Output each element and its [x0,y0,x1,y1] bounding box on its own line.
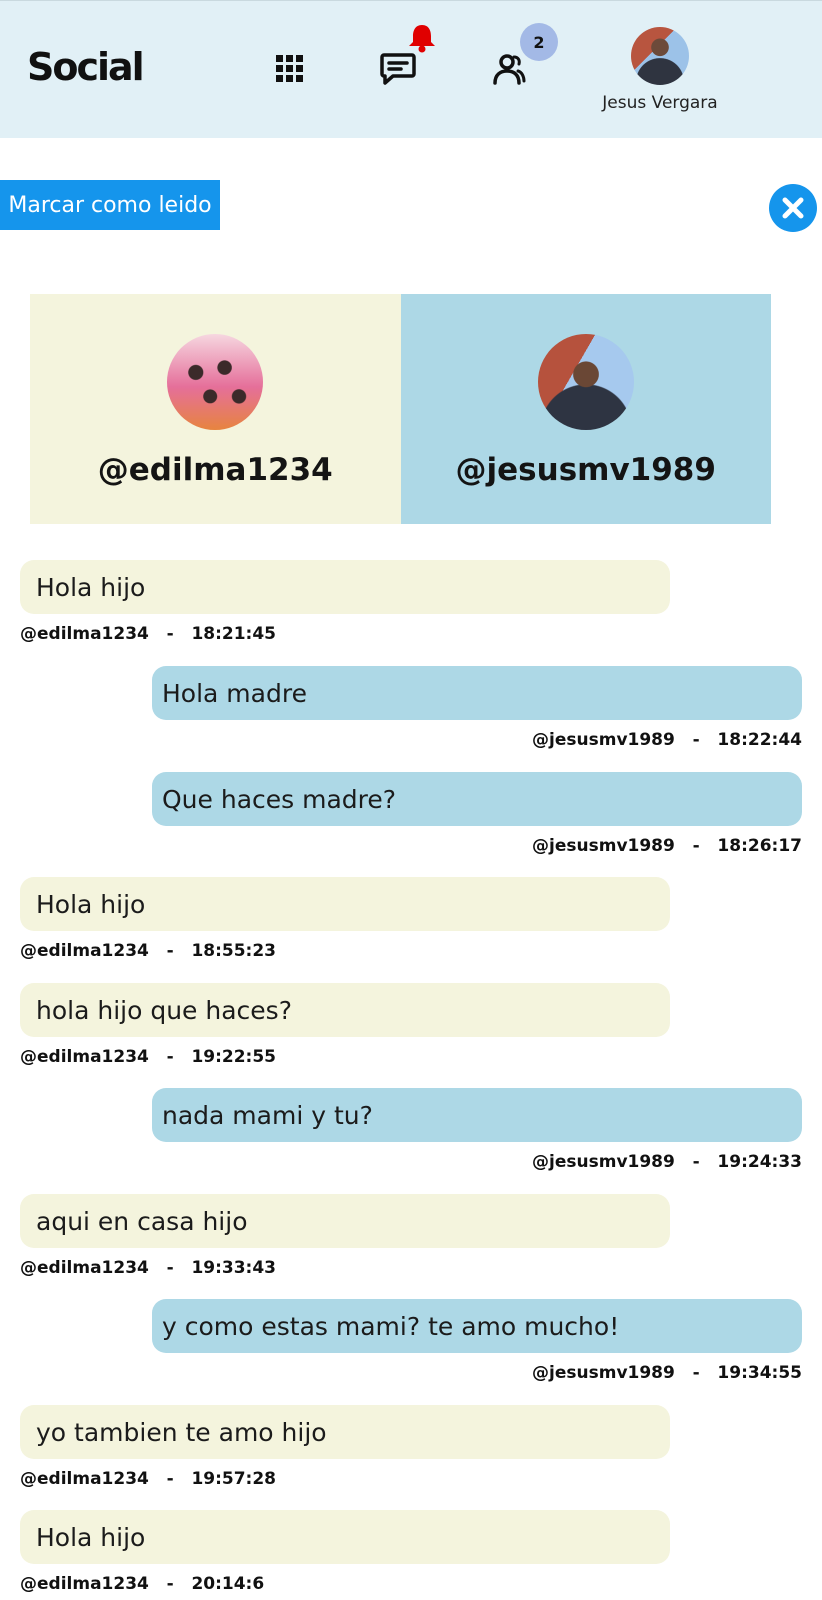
message-item: Hola hijo @edilma1234 - 20:14:6 [0,1510,670,1594]
message-meta: @jesusmv1989 - 18:22:44 [532,730,802,750]
message-author: @jesusmv1989 [532,730,675,750]
users-icon [493,54,526,85]
message-item: y como estas mami? te amo mucho! @jesusm… [0,1299,822,1383]
bell-icon [409,25,435,53]
app-logo[interactable]: Social [27,45,145,89]
avatar[interactable] [631,27,689,85]
message-item: Hola hijo @edilma1234 - 18:55:23 [0,877,670,961]
current-user-name: Jesus Vergara [602,93,718,113]
message-author: @jesusmv1989 [532,836,675,856]
message-time: 19:33:43 [191,1258,277,1278]
participant-edilma[interactable]: @edilma1234 [30,294,401,524]
message-bubble[interactable]: Hola madre [152,666,802,720]
message-item: aqui en casa hijo @edilma1234 - 19:33:43 [0,1194,670,1278]
message-item: Que haces madre? @jesusmv1989 - 18:26:17 [0,772,822,856]
message-author: @edilma1234 [20,624,149,644]
message-time: 19:22:55 [191,1047,277,1067]
message-bubble[interactable]: hola hijo que haces? [20,983,670,1037]
message-bubble[interactable]: nada mami y tu? [152,1088,802,1142]
message-author: @jesusmv1989 [532,1152,675,1172]
message-meta: @jesusmv1989 - 19:24:33 [532,1152,802,1172]
grid-icon [276,55,303,82]
apps-grid-button[interactable] [268,47,312,91]
message-meta: @edilma1234 - 19:33:43 [20,1258,277,1278]
message-time: 18:26:17 [717,836,802,856]
message-item: nada mami y tu? @jesusmv1989 - 19:24:33 [0,1088,822,1172]
message-item: Hola madre @jesusmv1989 - 18:22:44 [0,666,822,750]
message-time: 18:22:44 [717,730,802,750]
current-user[interactable]: Jesus Vergara [590,27,730,113]
chat-icon [380,53,416,85]
message-meta: @jesusmv1989 - 18:26:17 [532,836,802,856]
participant-jesus[interactable]: @jesusmv1989 [400,294,771,524]
message-item: Hola hijo @edilma1234 - 18:21:45 [0,560,670,644]
conversation-participants: @edilma1234 @jesusmv1989 [30,294,771,524]
message-bubble[interactable]: yo tambien te amo hijo [20,1405,670,1459]
message-author: @jesusmv1989 [532,1363,675,1383]
message-time: 19:34:55 [717,1363,802,1383]
top-navbar: Social 2 Jesus Vergara [0,0,822,138]
message-meta: @edilma1234 - 18:55:23 [20,941,277,961]
message-bubble[interactable]: Hola hijo [20,1510,670,1564]
message-time: 18:55:23 [191,941,277,961]
message-bubble[interactable]: aqui en casa hijo [20,1194,670,1248]
close-icon [782,197,804,219]
message-author: @edilma1234 [20,1047,149,1067]
message-author: @edilma1234 [20,1574,149,1594]
message-time: 19:24:33 [717,1152,802,1172]
message-item: yo tambien te amo hijo @edilma1234 - 19:… [0,1405,670,1489]
close-button[interactable] [769,184,817,232]
message-bubble[interactable]: y como estas mami? te amo mucho! [152,1299,802,1353]
message-author: @edilma1234 [20,1469,149,1489]
avatar[interactable] [167,334,264,430]
avatar[interactable] [537,334,634,430]
message-time: 18:21:45 [191,624,277,644]
participant-handle: @edilma1234 [97,452,333,488]
message-item: hola hijo que haces? @edilma1234 - 19:22… [0,983,670,1067]
message-meta: @edilma1234 - 20:14:6 [20,1574,265,1594]
friend-requests-badge: 2 [520,23,558,61]
message-time: 20:14:6 [191,1574,265,1594]
message-bubble[interactable]: Hola hijo [20,877,670,931]
mark-as-read-button[interactable]: Marcar como leido [0,180,220,230]
message-meta: @edilma1234 - 19:22:55 [20,1047,277,1067]
message-author: @edilma1234 [20,1258,149,1278]
notifications-button[interactable] [406,23,438,57]
message-meta: @edilma1234 - 19:57:28 [20,1469,277,1489]
message-bubble[interactable]: Que haces madre? [152,772,802,826]
message-time: 19:57:28 [191,1469,277,1489]
message-meta: @edilma1234 - 18:21:45 [20,624,277,644]
message-author: @edilma1234 [20,941,149,961]
message-meta: @jesusmv1989 - 19:34:55 [532,1363,802,1383]
message-bubble[interactable]: Hola hijo [20,560,670,614]
participant-handle: @jesusmv1989 [455,452,716,488]
